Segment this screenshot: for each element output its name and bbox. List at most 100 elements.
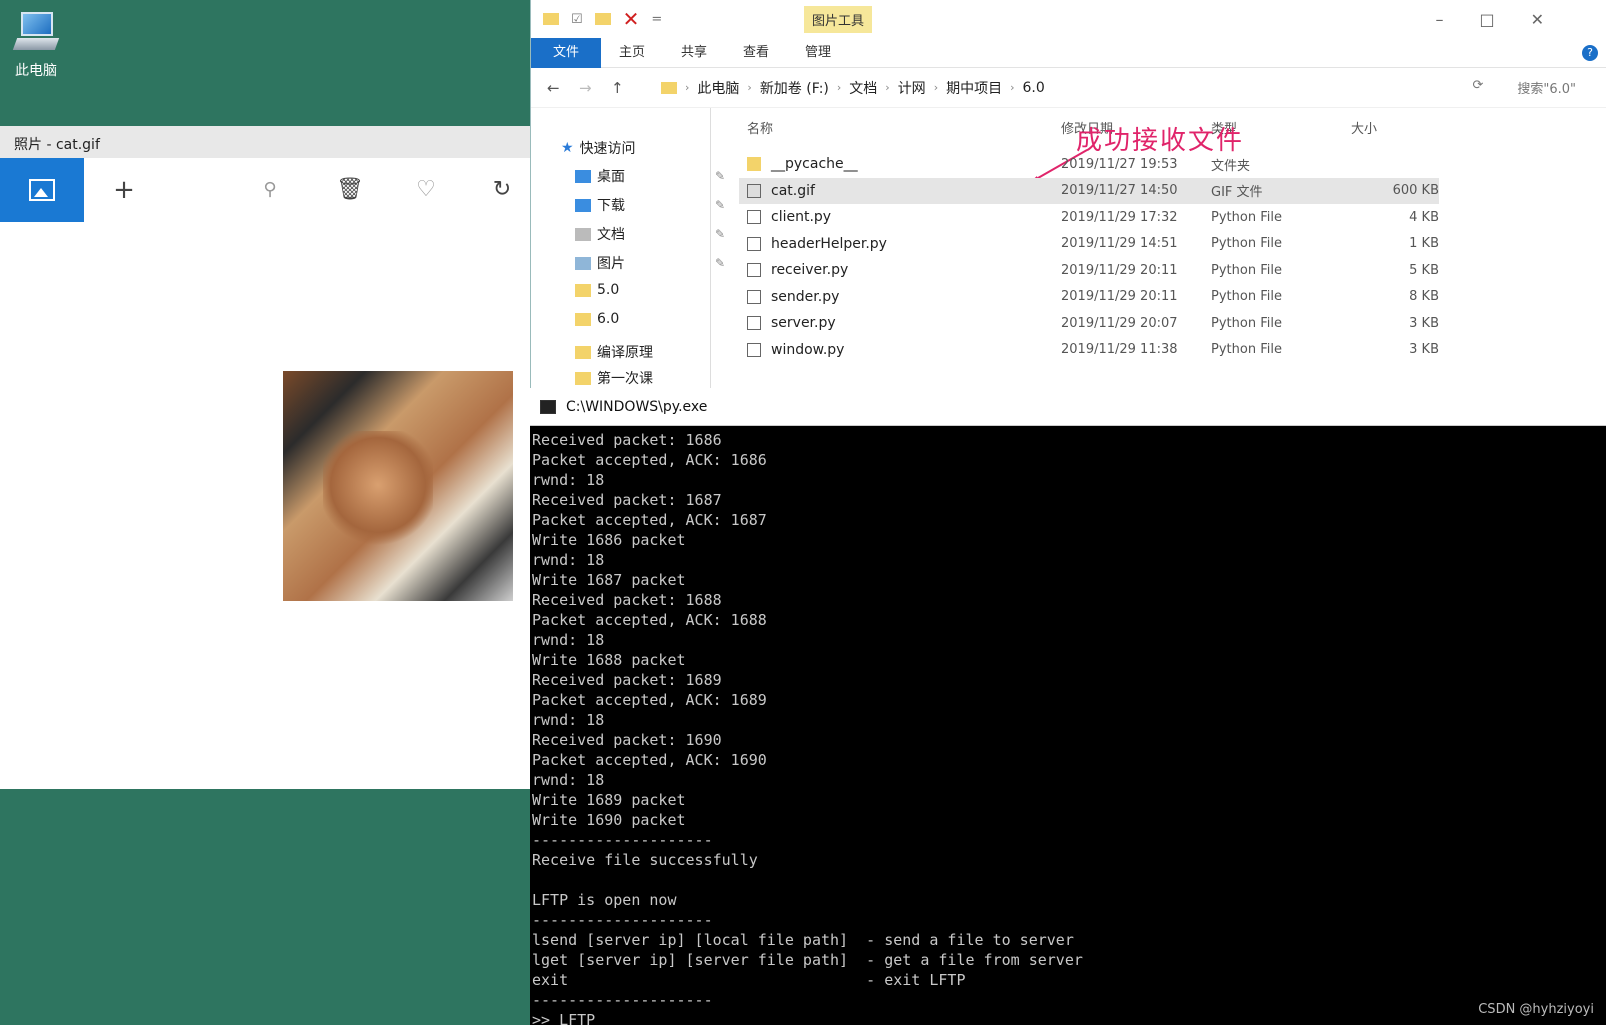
- back-icon[interactable]: ←: [547, 79, 569, 97]
- nav-item-documents[interactable]: 文档 ✎: [575, 224, 725, 244]
- nav-item-compilers[interactable]: 编译原理: [575, 342, 653, 362]
- address-bar: ← → ↑ › 此电脑 › 新加卷 (F:) › 文档 › 计网 › 期中项目 › 6.0…: [531, 68, 1606, 108]
- file-row[interactable]: __pycache__ 2019/11/27 19:53 文件夹: [739, 151, 1439, 177]
- collection-button[interactable]: [0, 158, 84, 222]
- search-input[interactable]: 搜索"6.0": [1517, 78, 1576, 97]
- nav-item-6-0[interactable]: 6.0: [575, 311, 619, 327]
- file-row[interactable]: receiver.py 2019/11/29 20:11 Python File 5 …: [739, 257, 1439, 283]
- nav-item-pictures[interactable]: 图片 ✎: [575, 253, 725, 273]
- breadcrumb-item[interactable]: 6.0: [1023, 80, 1045, 96]
- file-type: Python File: [1211, 342, 1282, 357]
- breadcrumb-item[interactable]: 期中项目: [946, 78, 1002, 98]
- documents-folder-icon: [575, 227, 591, 241]
- file-row[interactable]: headerHelper.py 2019/11/29 14:51 Python Fi…: [739, 231, 1439, 257]
- desktop-folder-icon: [575, 169, 591, 183]
- file-name: receiver.py: [771, 262, 849, 278]
- customize-icon[interactable]: =: [651, 12, 662, 27]
- folder-icon: [575, 345, 591, 359]
- breadcrumb-item[interactable]: 文档: [849, 78, 877, 98]
- forward-icon[interactable]: →: [579, 79, 601, 97]
- favorite-icon[interactable]: ♡: [408, 174, 444, 210]
- folder-icon: [661, 81, 677, 94]
- file-row[interactable]: client.py 2019/11/29 17:32 Python File 4 KB: [739, 204, 1439, 230]
- file-row[interactable]: sender.py 2019/11/29 20:11 Python File 8 KB: [739, 284, 1439, 310]
- rotate-icon[interactable]: ↻: [484, 174, 520, 210]
- breadcrumb[interactable]: › 此电脑 › 新加卷 (F:) › 文档 › 计网 › 期中项目 › 6.0: [661, 78, 1045, 98]
- console-title: C:\WINDOWS\py.exe: [566, 398, 708, 415]
- folder-file-icon: [747, 157, 761, 171]
- add-icon[interactable]: +: [106, 174, 142, 210]
- delete-icon[interactable]: 🗑: [332, 174, 368, 210]
- breadcrumb-item[interactable]: 此电脑: [697, 78, 739, 98]
- py-file-icon: [747, 316, 761, 330]
- nav-item-downloads[interactable]: 下载 ✎: [575, 195, 725, 215]
- folder-icon: [575, 312, 591, 326]
- tab-view[interactable]: 查看: [725, 38, 787, 68]
- breadcrumb-item[interactable]: 计网: [898, 78, 926, 98]
- up-icon[interactable]: ↑: [611, 79, 633, 97]
- file-size: 3 KB: [1409, 342, 1439, 357]
- file-type: Python File: [1211, 262, 1282, 278]
- file-row[interactable]: cat.gif 2019/11/27 14:50 GIF 文件 600 KB: [739, 177, 1439, 204]
- properties-icon[interactable]: ☑: [571, 12, 583, 27]
- file-name: client.py: [771, 209, 832, 225]
- file-row[interactable]: window.py 2019/11/29 11:38 Python File 3 KB: [739, 337, 1439, 363]
- file-type: GIF 文件: [1211, 185, 1263, 200]
- folder-icon: [575, 283, 591, 297]
- file-size: 4 KB: [1409, 209, 1439, 225]
- file-size: 3 KB: [1409, 315, 1439, 331]
- file-row[interactable]: server.py 2019/11/29 20:07 Python File 3 KB: [739, 310, 1439, 336]
- file-type: Python File: [1211, 289, 1282, 304]
- folder-icon: [543, 13, 559, 25]
- file-name: __pycache__: [771, 156, 858, 172]
- console-output[interactable]: Received packet: 1686 Packet accepted, A…: [530, 426, 1606, 1025]
- py-file-icon: [747, 210, 761, 224]
- file-date: 2019/11/29 17:32: [1061, 209, 1178, 225]
- gif-file-icon: [747, 183, 761, 198]
- cat-photo: [283, 371, 513, 601]
- search-box[interactable]: ⟳ 搜索"6.0": [1472, 78, 1576, 97]
- console-icon: [540, 399, 556, 414]
- column-size[interactable]: 大小: [1351, 118, 1377, 137]
- photos-window: 照片 - cat.gif + ⚲ 🗑 ♡ ↻: [0, 126, 530, 789]
- file-size: 8 KB: [1409, 289, 1439, 304]
- zoom-icon[interactable]: ⚲: [252, 174, 288, 210]
- nav-quick-access[interactable]: ★ 快速访问: [561, 138, 636, 158]
- help-icon[interactable]: ?: [1582, 44, 1598, 61]
- new-folder-icon[interactable]: [594, 13, 611, 25]
- file-type: 文件夹: [1211, 158, 1251, 174]
- file-size: 5 KB: [1409, 262, 1439, 278]
- nav-item-desktop[interactable]: 桌面 ✎: [575, 166, 725, 186]
- tab-share[interactable]: 共享: [663, 38, 725, 68]
- breadcrumb-item[interactable]: 新加卷 (F:): [760, 78, 829, 98]
- tab-file[interactable]: 文件: [531, 37, 601, 68]
- file-date: 2019/11/27 19:53: [1061, 156, 1178, 172]
- tab-home[interactable]: 主页: [601, 38, 663, 68]
- computer-icon: [12, 10, 60, 54]
- pin-icon: ✎: [715, 256, 726, 270]
- py-file-icon: [747, 236, 761, 251]
- column-name[interactable]: 名称: [747, 118, 773, 137]
- quick-access-toolbar: ☑ ✕ = 图片工具 –□✕: [531, 0, 1606, 38]
- nav-item-first-class[interactable]: 第一次课: [575, 369, 653, 387]
- picture-tools-tab[interactable]: 图片工具: [804, 6, 873, 33]
- navigation-pane: ★ 快速访问 桌面 ✎ 下载 ✎ 文档 ✎ 图片 ✎ 5.0 6.0 编译原理 …: [531, 108, 725, 388]
- file-size: 1 KB: [1409, 236, 1439, 251]
- file-name: cat.gif: [771, 182, 815, 199]
- file-size: 600 KB: [1392, 183, 1439, 198]
- pin-icon: ✎: [715, 198, 726, 212]
- file-type: Python File: [1211, 236, 1282, 251]
- file-type: Python File: [1211, 315, 1282, 331]
- star-icon: ★: [561, 140, 574, 156]
- refresh-icon[interactable]: ⟳: [1472, 78, 1483, 97]
- delete-icon[interactable]: ✕: [623, 7, 640, 31]
- image-icon: [29, 179, 55, 201]
- this-pc-desktop-icon[interactable]: 此电脑: [6, 10, 66, 80]
- py-file-icon: [747, 263, 761, 277]
- file-list: 名称 修改日期 类型 大小 成功接收文件 __pycache__ 2019/11/…: [731, 108, 1606, 388]
- nav-item-5-0[interactable]: 5.0: [575, 282, 619, 298]
- window-controls[interactable]: –□✕: [1435, 10, 1580, 29]
- file-name: window.py: [771, 341, 845, 358]
- tab-manage[interactable]: 管理: [787, 38, 849, 68]
- file-explorer-window: ☑ ✕ = 图片工具 –□✕ 文件 主页 共享 查看 管理 ? ← → ↑ › …: [530, 0, 1606, 388]
